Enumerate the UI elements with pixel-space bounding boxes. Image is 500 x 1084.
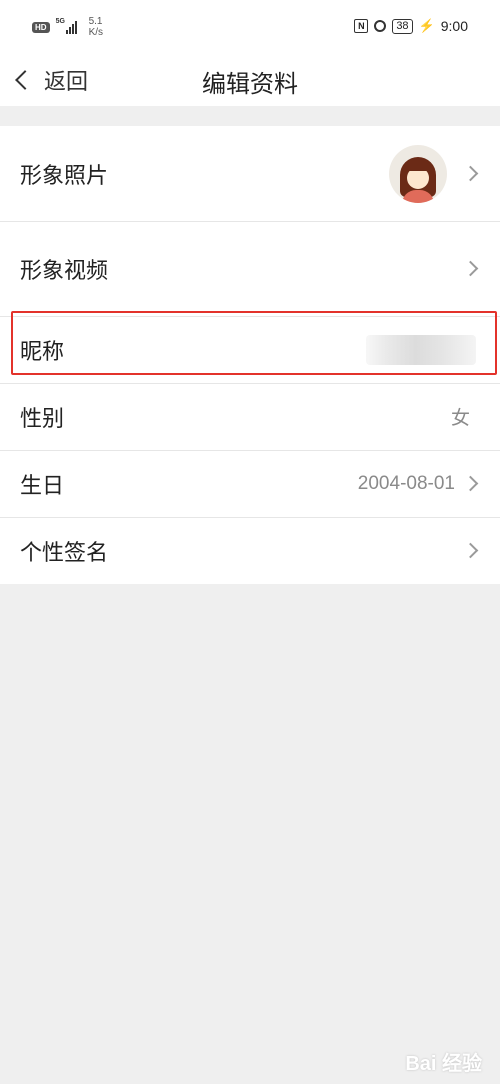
watermark: Bai 经验 bbox=[405, 1053, 482, 1075]
row-avatar-photo[interactable]: 形象照片 bbox=[0, 126, 500, 221]
charging-icon: ⚡ bbox=[418, 18, 435, 33]
row-label: 个性签名 bbox=[20, 540, 109, 566]
nfc-icon: N bbox=[354, 19, 369, 33]
row-label: 生日 bbox=[20, 473, 65, 499]
chevron-right-icon bbox=[462, 542, 479, 559]
row-label: 性别 bbox=[20, 406, 65, 432]
nickname-blurred-value bbox=[366, 334, 476, 365]
clock: 9:00 bbox=[440, 18, 468, 34]
row-signature[interactable]: 个性签名 bbox=[0, 517, 500, 584]
birthday-value: 2004-08-01 bbox=[357, 472, 455, 494]
hd-badge: HD bbox=[32, 21, 50, 33]
chevron-right-icon bbox=[462, 475, 479, 492]
speed-unit: K/s bbox=[88, 27, 104, 38]
row-label: 形象视频 bbox=[20, 258, 109, 284]
chevron-right-icon bbox=[462, 165, 479, 182]
gender-value: 女 bbox=[450, 408, 470, 429]
status-left: HD 5G 5.1 K/s bbox=[32, 16, 103, 38]
row-nickname[interactable]: 昵称 bbox=[0, 316, 500, 383]
chevron-right-icon bbox=[462, 260, 479, 277]
signal-icon: 5G bbox=[55, 18, 77, 34]
battery-icon: 38 bbox=[392, 18, 413, 34]
status-bar: HD 5G 5.1 K/s N 38 ⚡ 9:00 bbox=[0, 0, 500, 56]
profile-list: 形象照片 形象视频 昵称 性别 女 生日 2004-08-01 个性签名 bbox=[0, 126, 500, 584]
status-right: N 38 ⚡ 9:00 bbox=[354, 18, 468, 34]
alarm-icon bbox=[374, 20, 387, 32]
row-gender[interactable]: 性别 女 bbox=[0, 383, 500, 450]
nav-bar: 返回 编辑资料 bbox=[0, 56, 500, 106]
header-area: HD 5G 5.1 K/s N 38 ⚡ 9:00 返回 编辑资料 bbox=[0, 0, 500, 106]
network-speed: 5.1 K/s bbox=[89, 16, 103, 38]
row-avatar-video[interactable]: 形象视频 bbox=[0, 221, 500, 316]
row-label: 昵称 bbox=[20, 339, 65, 365]
page-title: 编辑资料 bbox=[202, 70, 298, 98]
row-label: 形象照片 bbox=[20, 163, 109, 189]
network-type: 5G bbox=[55, 18, 65, 25]
row-birthday[interactable]: 生日 2004-08-01 bbox=[0, 450, 500, 517]
avatar bbox=[389, 144, 447, 203]
speed-value: 5.1 bbox=[88, 16, 103, 27]
